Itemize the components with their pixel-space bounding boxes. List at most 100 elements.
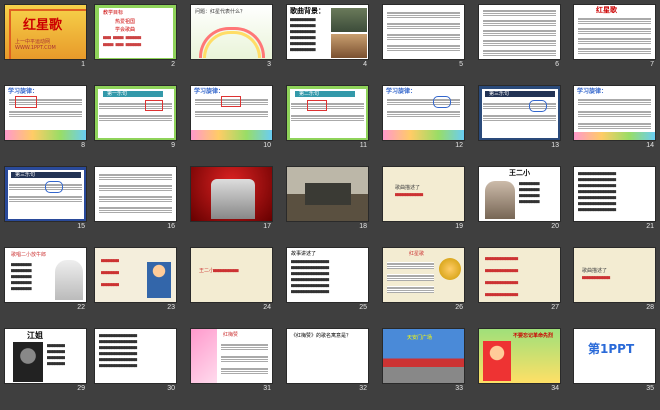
slide-number: 10 <box>263 142 271 149</box>
slide-heading: 红星歌 <box>596 6 617 14</box>
slide-number: 3 <box>267 61 271 68</box>
slide-heading: 学习旋律： <box>386 88 417 95</box>
slide-number: 20 <box>551 223 559 230</box>
slide-heading: 第二乐句 <box>299 91 320 97</box>
slide-thumb-13[interactable]: 第三乐句 13 <box>478 85 561 152</box>
slide-number: 27 <box>551 304 559 311</box>
slide-thumb-10[interactable]: 学习旋律： 10 <box>190 85 273 152</box>
slide-heading: 江姐 <box>27 331 43 340</box>
slide-number: 21 <box>646 223 654 230</box>
slide-number: 4 <box>363 61 367 68</box>
slide-number: 18 <box>359 223 367 230</box>
slide-number: 9 <box>171 142 175 149</box>
slide-heading: 天安门广场 <box>407 335 433 341</box>
slide-number: 11 <box>359 142 367 149</box>
slide-thumb-5[interactable]: 5 <box>382 4 465 71</box>
slide-heading: 第一乐句 <box>107 91 128 97</box>
slide-number: 33 <box>455 385 463 392</box>
slide-thumb-3[interactable]: 问题：红星代表什么？ 3 <box>190 4 273 71</box>
slide-thumb-14[interactable]: 学习旋律： 14 <box>573 85 656 152</box>
slide-thumb-30[interactable]: ■■■■■■■■■■■■■■■ ■■■■■■■■■■■■■■■ ■■■■■■■■■■… <box>94 328 177 395</box>
slide-number: 35 <box>646 385 654 392</box>
slide-thumb-34[interactable]: 不要忘记革命先烈 34 <box>478 328 561 395</box>
slide-number: 19 <box>455 223 463 230</box>
slide-thumb-20[interactable]: 王二小 ■■■■■■■■ ■■■■■■■■ ■■■■■■■■ ■■■■■■■■ 20 <box>478 166 561 233</box>
slide-heading: 歌曲背景： <box>290 7 325 15</box>
slide-heading: 王二小 <box>199 268 215 274</box>
slide-number: 25 <box>359 304 367 311</box>
slide-heading: 歌唱二小放牛郎 <box>11 252 47 258</box>
slide-thumb-25[interactable]: 故事讲述了 ■■■■■■■■■■■■■■■ ■■■■■■■■■■■■■■■ ■■■■… <box>286 247 369 314</box>
slide-thumb-18[interactable]: 18 <box>286 166 369 233</box>
slide-number: 15 <box>77 223 85 230</box>
slide-thumb-7[interactable]: 红星歌 7 <box>573 4 656 71</box>
slide-heading: 第三乐句 <box>489 91 510 97</box>
slide-number: 29 <box>77 385 85 392</box>
slide-thumb-23[interactable]: ■■■■■■■ ■■■■■■■ ■■■■■■■ 23 <box>94 247 177 314</box>
slide-thumb-27[interactable]: ■■■■■■■■■■■■■ ■■■■■■■■■■■■■ ■■■■■■■■■■■■■ ■… <box>478 247 561 314</box>
slide-heading: 学习旋律： <box>194 88 225 95</box>
slide-heading: 歌曲描述了 <box>582 268 608 274</box>
slide-thumb-35[interactable]: 第1PPT 35 <box>573 328 656 395</box>
slide-thumb-33[interactable]: 天安门广场 33 <box>382 328 465 395</box>
slide-thumb-4[interactable]: 歌曲背景： ■■■■■■■■■■ ■■■■■■■■■■ ■■■■■■■■■■ ■■■■… <box>286 4 369 71</box>
slide-line: 学会歌曲 <box>115 27 136 33</box>
slide-heading: 红星歌 <box>409 251 425 257</box>
slide-number: 8 <box>81 142 85 149</box>
slide-number: 24 <box>263 304 271 311</box>
slide-number: 13 <box>551 142 559 149</box>
slide-number: 22 <box>77 304 85 311</box>
slide-number: 26 <box>455 304 463 311</box>
slide-heading: 学习旋律： <box>8 88 39 95</box>
slide-number: 2 <box>171 61 175 68</box>
slide-thumb-8[interactable]: 学习旋律： 8 <box>4 85 87 152</box>
slide-thumb-31[interactable]: 红梅赞 31 <box>190 328 273 395</box>
slide-thumb-11[interactable]: 第二乐句 11 <box>286 85 369 152</box>
slide-heading: 第三乐句 <box>15 172 36 178</box>
slide-number: 17 <box>263 223 271 230</box>
slide-thumb-15[interactable]: 第三乐句 15 <box>4 166 87 233</box>
slide-thumb-2[interactable]: 教学目标 热爱祖国 学会歌曲 ■■■ ■■■■ ■■■■■■ ■■■■ ■■■ … <box>94 4 177 71</box>
slide-heading: 红梅赞 <box>223 332 239 338</box>
slide-title: 红星歌 <box>23 18 63 33</box>
slide-thumb-24[interactable]: 王二小 ■■■■■■■■■■ 24 <box>190 247 273 314</box>
slide-number: 12 <box>455 142 463 149</box>
slide-thumb-22[interactable]: 歌唱二小放牛郎 ■■■■■■■■ ■■■■■■■■ ■■■■■■■■ ■■■■■■■■… <box>4 247 87 314</box>
slide-heading: 教学目标 <box>103 10 124 16</box>
slide-thumb-29[interactable]: 江姐 ■■■■■■■ ■■■■■■■ ■■■■■■■ ■■■■■■■ 29 <box>4 328 87 395</box>
slide-number: 16 <box>167 223 175 230</box>
slide-number: 34 <box>551 385 559 392</box>
slide-number: 23 <box>167 304 175 311</box>
slide-thumb-26[interactable]: 红星歌 26 <box>382 247 465 314</box>
slide-thumb-19[interactable]: 歌曲描述了 ■■■■■■■■■■■ 19 <box>382 166 465 233</box>
slide-heading: 不要忘记革命先烈 <box>513 333 554 339</box>
slide-thumb-9[interactable]: 第一乐句 9 <box>94 85 177 152</box>
slide-thumb-28[interactable]: 歌曲描述了 ■■■■■■■■■■■ 28 <box>573 247 656 314</box>
slide-thumb-12[interactable]: 学习旋律： 12 <box>382 85 465 152</box>
slide-number: 14 <box>646 142 654 149</box>
slide-sorter-grid: 红星歌 上一中平运动网 WWW.1PPT.COM 1 教学目标 热爱祖国 学会歌… <box>0 0 660 410</box>
slide-thumb-6[interactable]: 6 <box>478 4 561 71</box>
slide-thumb-16[interactable]: 16 <box>94 166 177 233</box>
slide-thumb-17[interactable]: 17 <box>190 166 273 233</box>
slide-heading: 问题：红星代表什么？ <box>195 9 246 15</box>
slide-heading: 歌曲描述了 <box>395 185 421 191</box>
slide-number: 6 <box>555 61 559 68</box>
slide-number: 1 <box>81 61 85 68</box>
slide-subtitle: 上一中平运动网 WWW.1PPT.COM <box>15 39 56 51</box>
slide-number: 30 <box>167 385 175 392</box>
slide-number: 5 <box>459 61 463 68</box>
slide-number: 31 <box>263 385 271 392</box>
slide-number: 28 <box>646 304 654 311</box>
slide-heading: 第1PPT <box>588 342 635 356</box>
slide-thumb-32[interactable]: 《红梅赞》的歌名寓意是？ 32 <box>286 328 369 395</box>
slide-heading: 王二小 <box>509 169 530 177</box>
slide-number: 32 <box>359 385 367 392</box>
slide-thumb-1[interactable]: 红星歌 上一中平运动网 WWW.1PPT.COM 1 <box>4 4 87 71</box>
slide-heading: 《红梅赞》的歌名寓意是？ <box>291 333 352 339</box>
slide-number: 7 <box>650 61 654 68</box>
slide-heading: 故事讲述了 <box>291 251 317 257</box>
slide-heading: 学习旋律： <box>577 88 608 95</box>
slide-line: 热爱祖国 <box>115 19 136 25</box>
slide-thumb-21[interactable]: ■■■■■■■■■■■■■■■ ■■■■■■■■■■■■■■■ ■■■■■■■■■■… <box>573 166 656 233</box>
